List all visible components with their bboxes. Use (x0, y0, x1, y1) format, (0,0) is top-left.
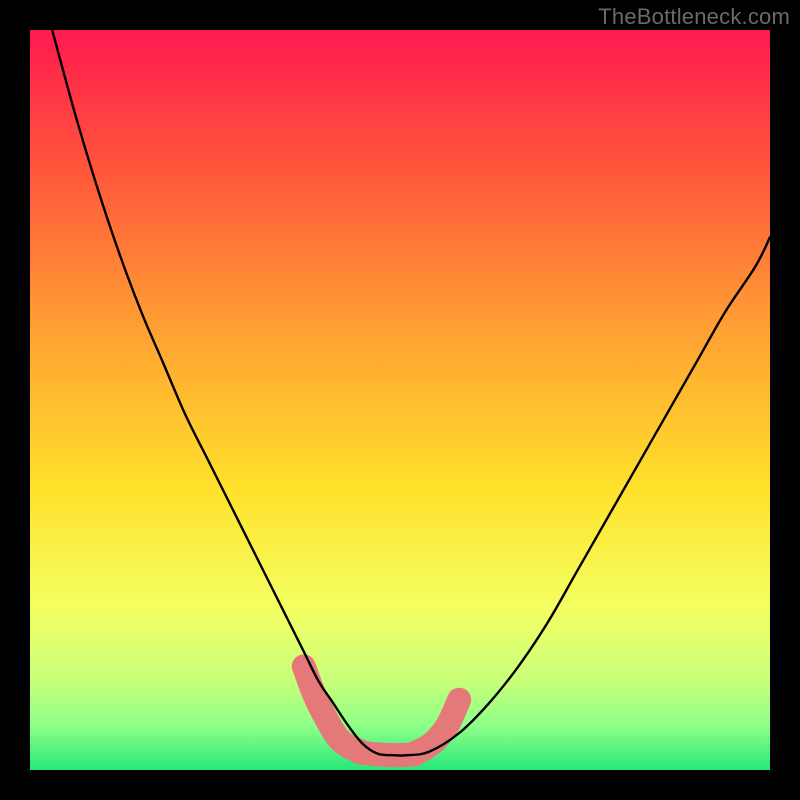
bottleneck-chart (30, 30, 770, 770)
chart-frame: TheBottleneck.com (0, 0, 800, 800)
watermark-text: TheBottleneck.com (598, 4, 790, 30)
gradient-background (30, 30, 770, 770)
plot-area (30, 30, 770, 770)
